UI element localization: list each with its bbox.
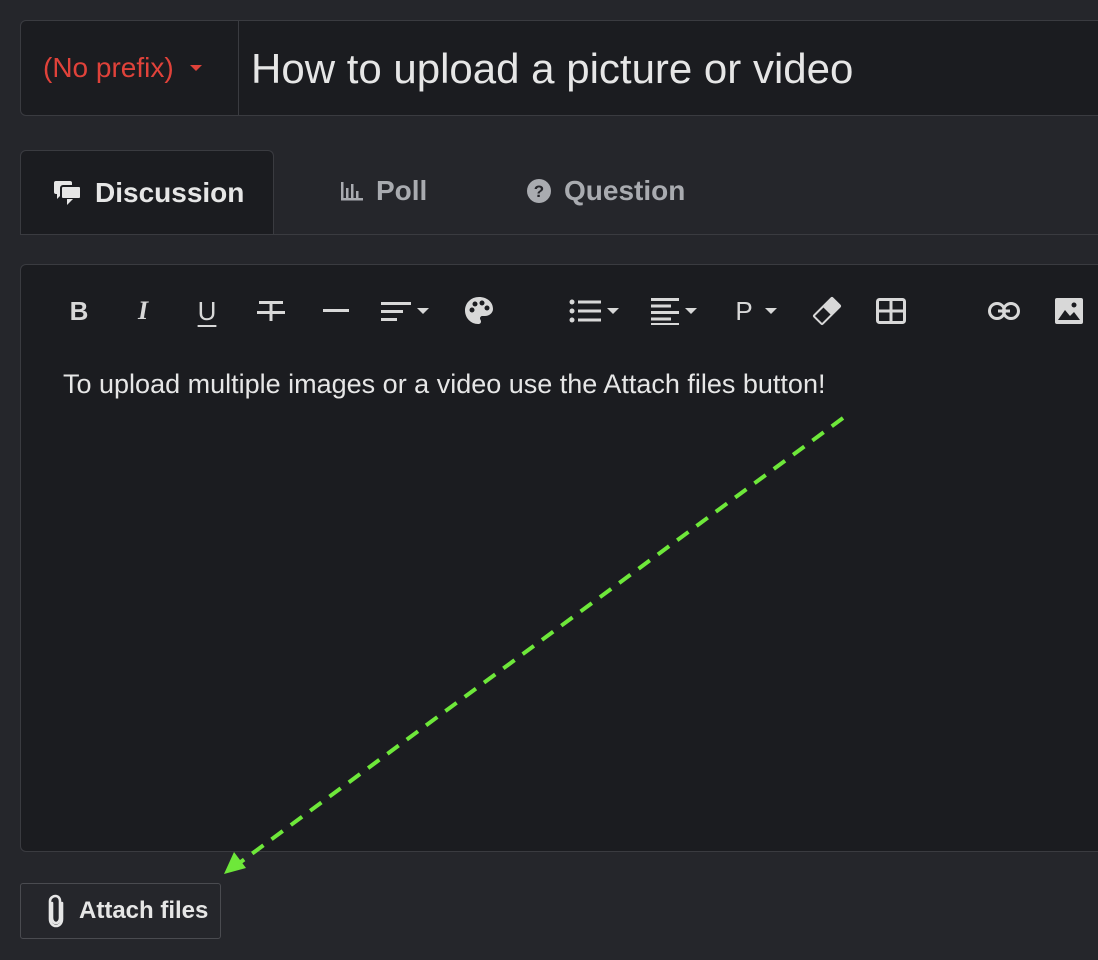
new-thread-form: (No prefix) Discussion xyxy=(0,0,1098,960)
rich-text-editor: B I U P To upload multiple images or a v… xyxy=(20,264,1098,852)
bar-chart-icon xyxy=(340,180,364,202)
strikethrough-button[interactable] xyxy=(253,289,289,333)
editor-toolbar: B I U P xyxy=(21,289,1098,333)
horizontal-line-icon xyxy=(323,309,349,312)
insert-table-button[interactable] xyxy=(873,289,909,333)
italic-button[interactable]: I xyxy=(125,289,161,333)
underline-button[interactable]: U xyxy=(189,289,225,333)
paragraph-format-icon: P xyxy=(735,295,753,326)
underline-icon: U xyxy=(197,295,217,326)
caret-down-icon xyxy=(417,308,429,314)
eraser-icon xyxy=(812,296,842,326)
svg-text:?: ? xyxy=(534,182,544,201)
caret-down-icon xyxy=(764,308,777,314)
tab-label-question: Question xyxy=(564,175,686,206)
editor-body-text[interactable]: To upload multiple images or a video use… xyxy=(63,369,825,400)
paragraph-format-button[interactable]: P xyxy=(729,289,783,333)
inline-align-icon xyxy=(381,302,411,321)
text-color-button[interactable] xyxy=(461,289,497,333)
title-row: (No prefix) xyxy=(20,20,1098,117)
prefix-label: (No prefix) xyxy=(43,52,174,83)
strikethrough-icon xyxy=(257,301,285,321)
italic-icon: I xyxy=(137,296,149,325)
paperclip-icon xyxy=(48,894,64,928)
caret-down-icon xyxy=(685,308,697,314)
comments-icon xyxy=(53,180,83,206)
attach-files-label: Attach files xyxy=(79,897,209,924)
tab-discussion[interactable]: Discussion xyxy=(20,150,274,234)
thread-type-tabs: Discussion Poll ? Question xyxy=(20,150,1098,235)
table-icon xyxy=(876,298,906,324)
tab-label-poll: Poll xyxy=(376,175,428,206)
tab-label-discussion: Discussion xyxy=(95,176,245,208)
align-button[interactable] xyxy=(645,289,703,333)
bold-button[interactable]: B xyxy=(61,289,97,333)
list-icon xyxy=(569,299,601,323)
caret-down-icon xyxy=(189,65,202,71)
caret-down-icon xyxy=(607,308,619,314)
horizontal-line-button[interactable] xyxy=(319,289,353,333)
link-icon xyxy=(988,302,1020,320)
prefix-dropdown[interactable]: (No prefix) xyxy=(21,21,239,115)
question-circle-icon: ? xyxy=(526,178,552,204)
tab-poll[interactable]: Poll xyxy=(340,150,427,232)
inline-align-button[interactable] xyxy=(377,289,433,333)
insert-link-button[interactable] xyxy=(985,289,1023,333)
list-button[interactable] xyxy=(565,289,623,333)
align-icon xyxy=(651,298,679,325)
image-icon xyxy=(1055,298,1083,324)
tab-question[interactable]: ? Question xyxy=(526,150,685,232)
bold-icon: B xyxy=(69,295,89,326)
attach-files-button[interactable]: Attach files xyxy=(20,883,221,939)
clear-formatting-button[interactable] xyxy=(809,289,845,333)
palette-icon xyxy=(465,297,493,324)
thread-title-input[interactable] xyxy=(239,21,1098,117)
insert-image-button[interactable] xyxy=(1051,289,1087,333)
